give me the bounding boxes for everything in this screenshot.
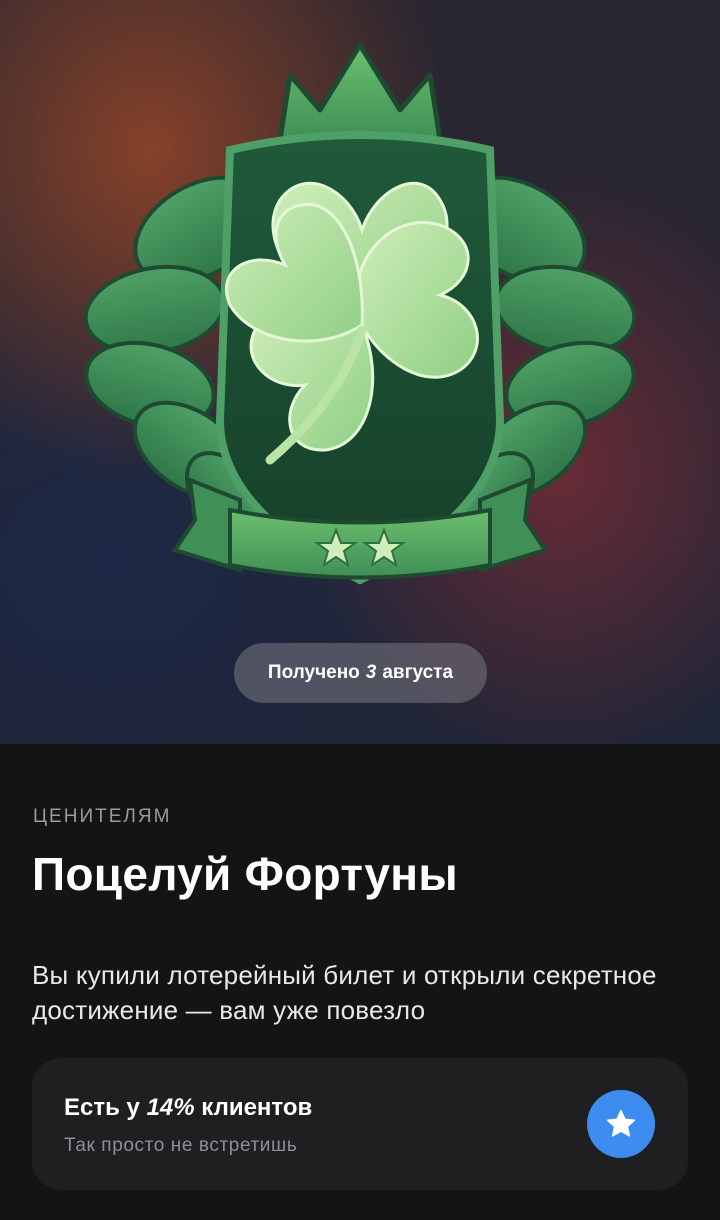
star-icon — [606, 1109, 636, 1137]
achievement-title: Поцелуй Фортуны — [32, 848, 458, 900]
received-prefix: Получено — [267, 662, 360, 683]
received-month: августа — [382, 662, 454, 683]
rarity-percent: 14% — [146, 1094, 195, 1121]
rarity-card[interactable]: Есть у 14% клиентов Так просто не встрет… — [32, 1058, 688, 1190]
achievement-category: ЦЕНИТЕЛЯМ — [33, 806, 172, 827]
rarity-prefix: Есть у — [64, 1094, 140, 1121]
star-button[interactable] — [587, 1090, 655, 1158]
received-day: 3 — [365, 662, 377, 683]
rarity-subtitle: Так просто не встретишь — [64, 1135, 298, 1156]
received-date-badge: Получено 3 августа — [234, 643, 487, 703]
achievement-hero: Получено 3 августа — [0, 0, 720, 744]
achievement-description: Вы купили лотерейный билет и открыли сек… — [32, 960, 657, 1025]
rarity-title: Есть у 14% клиентов — [64, 1094, 312, 1122]
four-leaf-clover-crest-icon — [83, 42, 637, 585]
achievement-details: ЦЕНИТЕЛЯМ Поцелуй Фортуны Вы купили лоте… — [0, 744, 720, 1220]
rarity-suffix: клиентов — [201, 1094, 313, 1121]
